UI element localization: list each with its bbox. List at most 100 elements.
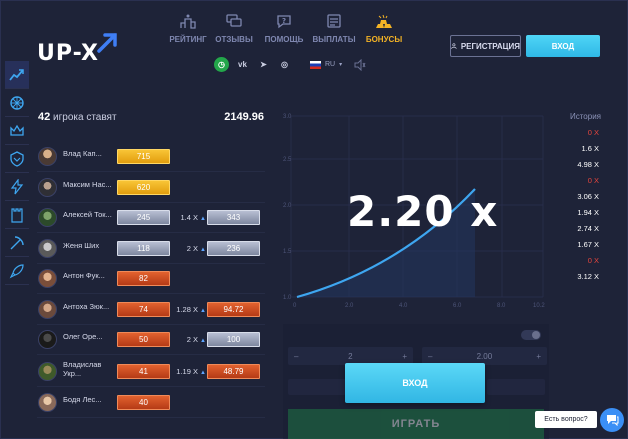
cashout-multiplier: 2 X ▲ bbox=[174, 244, 206, 253]
players-count-value: 42 bbox=[38, 111, 51, 123]
quick-bet-button[interactable] bbox=[288, 379, 346, 395]
avatar bbox=[38, 362, 57, 381]
multiplier-value: 1.19 X bbox=[176, 367, 198, 376]
sound-icon[interactable] bbox=[354, 58, 366, 71]
y-tick: 2.0 bbox=[283, 203, 292, 209]
bet-row: Максим Нас... 620 bbox=[37, 172, 265, 203]
win-amount: 94.72 bbox=[207, 302, 260, 317]
logo[interactable]: UP-X bbox=[37, 41, 99, 66]
cashout-multiplier: 1.28 X ▲ bbox=[174, 305, 206, 314]
sidebar-item-mines[interactable] bbox=[5, 229, 29, 257]
sidebar-item-tower[interactable] bbox=[5, 201, 29, 229]
russia-flag-icon bbox=[310, 60, 321, 69]
chat-prompt[interactable]: Есть вопрос? bbox=[535, 411, 597, 428]
nav-rating[interactable]: РЕЙТИНГ bbox=[169, 13, 207, 44]
user-icon bbox=[451, 43, 457, 49]
timer-icon[interactable]: ◷ bbox=[214, 57, 229, 72]
sidebar-item-rocket[interactable] bbox=[5, 257, 29, 285]
register-button[interactable]: РЕГИСТРАЦИЯ bbox=[450, 35, 521, 57]
multiplier-value: 1.4 X bbox=[180, 213, 198, 222]
multiplier-value: 2 X bbox=[186, 335, 198, 344]
history-item[interactable]: 0 X bbox=[561, 256, 599, 272]
y-tick: 2.5 bbox=[283, 157, 292, 163]
sidebar-item-shield[interactable] bbox=[5, 145, 29, 173]
bet-amount: 118 bbox=[117, 241, 170, 256]
triangle-up-icon: ▲ bbox=[200, 338, 206, 344]
auto-cashout-toggle[interactable] bbox=[521, 330, 541, 340]
bet-row: Владислав Укр... 41 1.19 X ▲ 48.79 bbox=[37, 356, 265, 387]
multiplier-value: 1.28 X bbox=[176, 305, 198, 314]
wheel-icon bbox=[10, 95, 24, 110]
history-list: 0 X 1.6 X 4.98 X 0 X 3.06 X 1.94 X 2.74 … bbox=[561, 128, 599, 288]
y-tick: 1.5 bbox=[283, 249, 292, 255]
plus-icon[interactable]: + bbox=[536, 352, 541, 361]
shield-icon bbox=[10, 150, 24, 167]
nav-reviews-label: ОТЗЫВЫ bbox=[215, 35, 253, 44]
vk-icon[interactable]: vk bbox=[235, 57, 250, 72]
nav-help[interactable]: ? ПОМОЩЬ bbox=[261, 13, 307, 44]
chevron-down-icon: ▾ bbox=[339, 62, 343, 68]
rocket-icon bbox=[9, 263, 24, 278]
nav-bonuses[interactable]: БОНУСЫ bbox=[361, 13, 407, 44]
bet-amount: 40 bbox=[117, 395, 170, 410]
player-name: Антон Фук... bbox=[63, 271, 105, 280]
instagram-icon[interactable]: ◎ bbox=[277, 57, 292, 72]
history-item[interactable]: 3.06 X bbox=[561, 192, 599, 208]
overlay-login-button[interactable]: ВХОД bbox=[345, 363, 485, 403]
sidebar-item-crash[interactable] bbox=[5, 61, 29, 89]
history-item[interactable]: 0 X bbox=[561, 128, 599, 144]
bet-row: Алексей Ток... 245 1.4 X ▲ 343 bbox=[37, 202, 265, 233]
bet-amount: 74 bbox=[117, 302, 170, 317]
history-item[interactable]: 1.6 X bbox=[561, 144, 599, 160]
player-name: Олег Оре... bbox=[63, 332, 103, 341]
chat-button[interactable] bbox=[600, 408, 624, 432]
x-tick: 2.0 bbox=[345, 303, 354, 309]
telegram-icon[interactable]: ➤ bbox=[256, 57, 271, 72]
bet-amount: 41 bbox=[117, 364, 170, 379]
play-button[interactable]: ИГРАТЬ bbox=[288, 409, 544, 439]
players-count: 42 игрока ставят bbox=[38, 111, 117, 123]
sidebar-item-lightning[interactable] bbox=[5, 173, 29, 201]
x-tick: 6.0 bbox=[453, 303, 462, 309]
history-item[interactable]: 0 X bbox=[561, 176, 599, 192]
nav-rating-label: РЕЙТИНГ bbox=[169, 35, 207, 44]
nav-payouts-label: ВЫПЛАТЫ bbox=[312, 35, 356, 44]
bet-row: Влад Кап... 715 bbox=[37, 141, 265, 172]
sidebar-item-wheel[interactable] bbox=[5, 89, 29, 117]
language-label: RU bbox=[325, 61, 336, 68]
plus-icon[interactable]: + bbox=[402, 352, 407, 361]
bet-amount-value: 2 bbox=[348, 351, 353, 361]
multiplier-value: 2 X bbox=[186, 244, 198, 253]
avatar bbox=[38, 147, 57, 166]
avatar bbox=[38, 330, 57, 349]
reviews-icon bbox=[226, 14, 242, 27]
quick-bet-button[interactable] bbox=[487, 379, 545, 395]
bet-amount: 620 bbox=[117, 180, 170, 195]
bet-amount: 82 bbox=[117, 271, 170, 286]
history-item[interactable]: 1.94 X bbox=[561, 208, 599, 224]
avatar bbox=[38, 300, 57, 319]
history-item[interactable]: 2.74 X bbox=[561, 224, 599, 240]
bet-amount: 50 bbox=[117, 332, 170, 347]
history-item[interactable]: 4.98 X bbox=[561, 160, 599, 176]
player-name: Влад Кап... bbox=[63, 149, 102, 158]
history-item[interactable]: 3.12 X bbox=[561, 272, 599, 288]
history-item[interactable]: 1.67 X bbox=[561, 240, 599, 256]
avatar bbox=[38, 393, 57, 412]
cashout-multiplier: 1.19 X ▲ bbox=[174, 367, 206, 376]
bet-row: Антоха Зюк... 74 1.28 X ▲ 94.72 bbox=[37, 294, 265, 325]
win-amount: 48.79 bbox=[207, 364, 260, 379]
bet-row: Женя Ших 118 2 X ▲ 236 bbox=[37, 233, 265, 264]
lightning-icon bbox=[10, 178, 24, 194]
nav-payouts[interactable]: ВЫПЛАТЫ bbox=[311, 13, 357, 44]
bet-row: Бодя Лес... 40 bbox=[37, 387, 265, 418]
sidebar-item-crown[interactable] bbox=[5, 117, 29, 145]
nav-reviews[interactable]: ОТЗЫВЫ bbox=[211, 13, 257, 44]
gold-bars-icon bbox=[376, 14, 392, 28]
avatar bbox=[38, 208, 57, 227]
language-select[interactable]: RU ▾ bbox=[310, 60, 343, 69]
main-nav: РЕЙТИНГ ОТЗЫВЫ ? ПОМОЩЬ ВЫПЛАТЫ БОНУСЫ bbox=[169, 13, 411, 44]
header-login-button[interactable]: ВХОД bbox=[526, 35, 600, 57]
history-title: История bbox=[569, 112, 601, 121]
y-tick: 3.0 bbox=[283, 114, 292, 120]
